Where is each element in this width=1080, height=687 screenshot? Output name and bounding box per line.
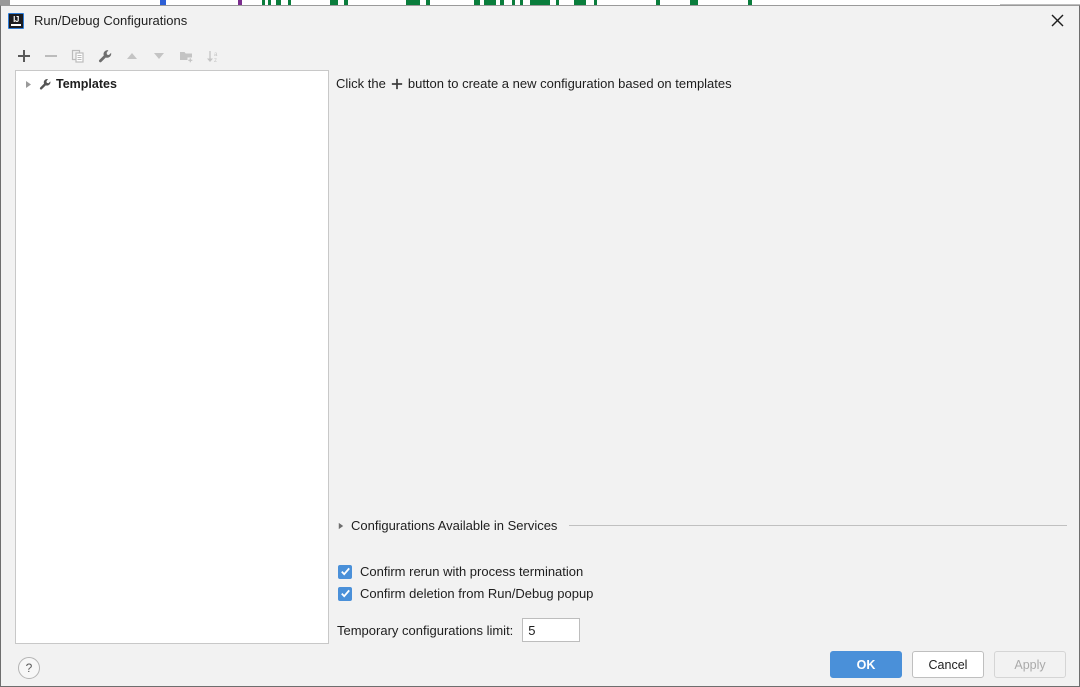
arrow-up-icon xyxy=(127,53,137,59)
ok-button[interactable]: OK xyxy=(830,651,902,678)
tree-node-templates[interactable]: Templates xyxy=(16,73,328,95)
configurations-available-in-services-section[interactable]: Configurations Available in Services xyxy=(337,518,1067,533)
confirm-rerun-label: Confirm rerun with process termination xyxy=(360,564,584,579)
plus-icon xyxy=(18,50,30,62)
sort-az-icon: a z xyxy=(206,50,218,64)
svg-text:z: z xyxy=(214,58,217,64)
plus-icon xyxy=(391,78,403,90)
confirm-deletion-checkbox-row[interactable]: Confirm deletion from Run/Debug popup xyxy=(338,586,593,601)
chevron-right-icon[interactable] xyxy=(337,522,345,530)
dialog-titlebar: IJ Run/Debug Configurations xyxy=(1,6,1079,35)
add-configuration-button[interactable] xyxy=(11,43,37,69)
sort-configurations-button[interactable]: a z xyxy=(200,43,226,69)
hint-prefix: Click the xyxy=(336,76,386,91)
dialog-footer-buttons: OK Cancel Apply xyxy=(830,651,1066,678)
temporary-configurations-limit-label: Temporary configurations limit: xyxy=(337,622,514,638)
confirm-deletion-label: Confirm deletion from Run/Debug popup xyxy=(360,586,594,601)
services-section-label: Configurations Available in Services xyxy=(351,518,558,533)
arrow-down-icon xyxy=(154,53,164,59)
new-folder-button[interactable] xyxy=(173,43,199,69)
temporary-configurations-limit-row: Temporary configurations limit: xyxy=(337,618,581,642)
confirm-rerun-checkbox-row[interactable]: Confirm rerun with process termination xyxy=(338,564,583,579)
configurations-tree-panel[interactable]: Templates xyxy=(15,70,329,644)
run-debug-configurations-dialog: IJ Run/Debug Configurations a z Template… xyxy=(0,5,1080,687)
wrench-icon xyxy=(98,49,111,62)
close-icon[interactable] xyxy=(1035,6,1079,34)
cancel-button[interactable]: Cancel xyxy=(912,651,984,678)
hint-suffix: button to create a new configuration bas… xyxy=(407,76,732,91)
move-down-button[interactable] xyxy=(146,43,172,69)
confirm-deletion-checkbox[interactable] xyxy=(338,586,352,601)
remove-configuration-button[interactable] xyxy=(38,43,64,69)
configurations-toolbar: a z xyxy=(11,42,331,70)
tree-node-label: Templates xyxy=(56,77,117,91)
edit-templates-button[interactable] xyxy=(92,43,118,69)
apply-button[interactable]: Apply xyxy=(994,651,1066,678)
new-folder-icon xyxy=(179,51,193,63)
copy-configuration-button[interactable] xyxy=(65,43,91,69)
section-divider xyxy=(569,525,1067,526)
minus-icon xyxy=(45,55,57,57)
confirm-rerun-checkbox[interactable] xyxy=(338,564,352,579)
wrench-icon xyxy=(36,78,54,91)
intellij-idea-icon: IJ xyxy=(8,12,24,29)
chevron-right-icon[interactable] xyxy=(20,76,36,92)
move-up-button[interactable] xyxy=(119,43,145,69)
dialog-title: Run/Debug Configurations xyxy=(34,13,188,28)
help-button[interactable]: ? xyxy=(18,657,40,679)
empty-state-hint: Click the button to create a new configu… xyxy=(336,76,732,91)
temporary-configurations-limit-input[interactable] xyxy=(522,618,581,642)
copy-icon xyxy=(71,49,84,63)
